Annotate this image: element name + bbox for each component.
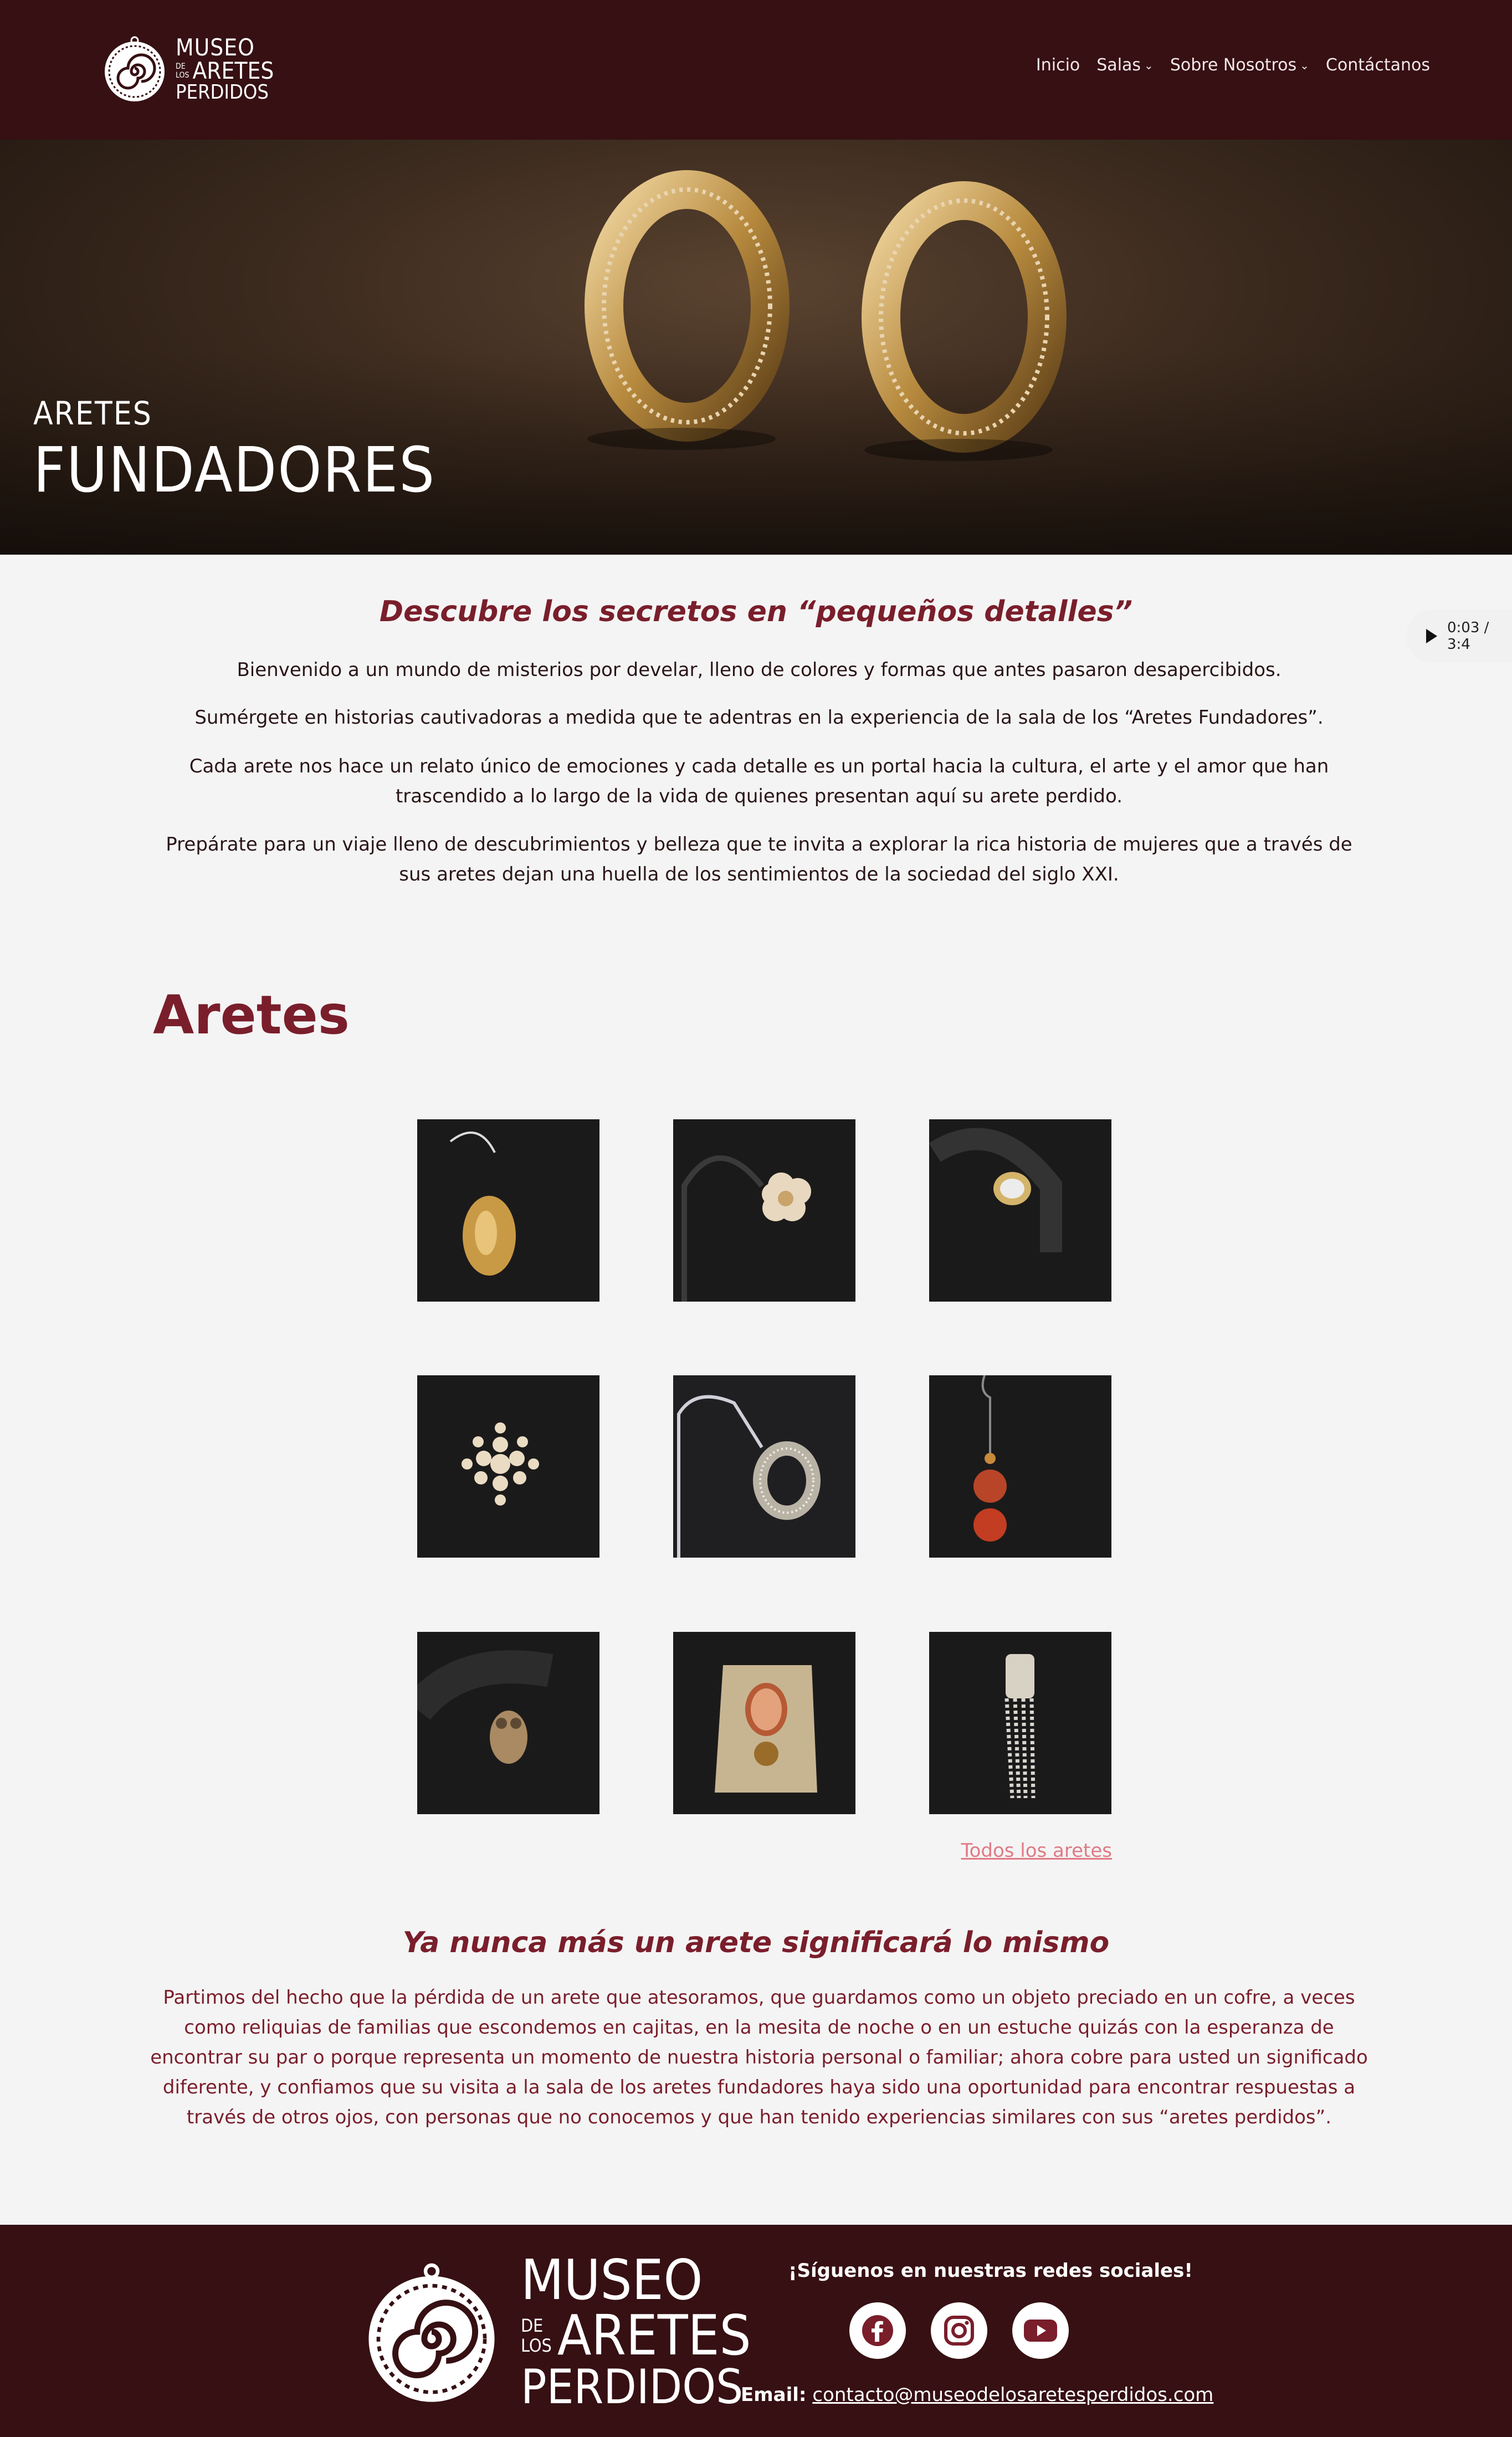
- earring-thumbnail[interactable]: [929, 1632, 1111, 1814]
- main-nav: Inicio Salas ⌄ Sobre Nosotros ⌄ Contáctano…: [1036, 55, 1430, 75]
- aretes-section-title: Aretes: [153, 984, 350, 1046]
- crystal-fringe-earring-icon: [929, 1632, 1111, 1814]
- footer-logo-wordmark: MUSEO DE LOS ARETES PERDIDOS: [521, 2247, 751, 2415]
- logo-line-perdidos: PERDIDOS: [176, 81, 269, 104]
- earring-thumbnail[interactable]: [417, 1375, 599, 1558]
- footer-email: Email: contacto@museodelosaretesperdidos…: [741, 2384, 1213, 2406]
- footer-logo-aretes: ARETES: [557, 2303, 751, 2368]
- site-logo[interactable]: MUSEO DE LOS ARETES PERDIDOS: [101, 30, 274, 108]
- facebook-link[interactable]: [849, 2302, 906, 2359]
- hero-banner: ARETES FUNDADORES: [0, 140, 1512, 555]
- earring-thumbnail[interactable]: [417, 1119, 599, 1302]
- earring-thumbnail[interactable]: [673, 1632, 855, 1814]
- social-links: [849, 2302, 1069, 2359]
- rhinestone-huggie-earring-icon: [673, 1375, 855, 1558]
- museum-logo-icon: [105, 36, 165, 101]
- all-earrings-link[interactable]: Todos los aretes: [961, 1840, 1112, 1862]
- play-icon[interactable]: [1426, 629, 1437, 643]
- museum-logo-icon: [368, 2263, 495, 2402]
- pearl-cluster-earring-icon: [417, 1375, 599, 1558]
- nav-contacto-label: Contáctanos: [1325, 55, 1430, 75]
- nav-salas[interactable]: Salas ⌄: [1096, 55, 1154, 75]
- nav-salas-label: Salas: [1096, 55, 1141, 75]
- intro-heading: Descubre los secretos en “pequeños detal…: [379, 595, 1133, 628]
- nav-contactanos[interactable]: Contáctanos: [1326, 55, 1430, 75]
- nav-inicio-label: Inicio: [1036, 55, 1080, 75]
- earring-thumbnail[interactable]: [673, 1375, 855, 1558]
- chevron-down-icon: ⌄: [1144, 58, 1154, 72]
- cameo-earring-icon: [673, 1632, 855, 1814]
- hero-title: ARETES FUNDADORES: [33, 395, 435, 506]
- youtube-link[interactable]: [1012, 2302, 1069, 2359]
- earring-thumbnail[interactable]: [929, 1119, 1111, 1302]
- footer-logo-museo: MUSEO: [521, 2247, 703, 2312]
- closing-heading: Ya nunca más un arete significará lo mis…: [402, 1926, 1110, 1959]
- earring-thumbnail[interactable]: [417, 1632, 599, 1814]
- intro-paragraph-3: Cada arete nos hace un relato único de e…: [189, 755, 1329, 807]
- footer-logo-perdidos: PERDIDOS: [521, 2359, 744, 2415]
- gold-oval-hoop-earring-icon: [417, 1119, 599, 1302]
- footer-logo[interactable]: MUSEO DE LOS ARETES PERDIDOS: [359, 2252, 751, 2411]
- earring-thumbnail[interactable]: [673, 1119, 855, 1302]
- site-footer: MUSEO DE LOS ARETES PERDIDOS ¡Síguenos en…: [0, 2225, 1512, 2437]
- intro-paragraph-1: Bienvenido a un mundo de misterios por d…: [237, 659, 1282, 681]
- earring-thumbnail[interactable]: [929, 1375, 1111, 1558]
- logo-los: LOS: [176, 71, 189, 80]
- email-label: Email:: [741, 2384, 807, 2406]
- follow-us-heading: ¡Síguenos en nuestras redes sociales!: [788, 2260, 1193, 2282]
- nav-sobre-nosotros[interactable]: Sobre Nosotros ⌄: [1170, 55, 1309, 75]
- logo-wordmark: MUSEO DE LOS ARETES PERDIDOS: [176, 36, 274, 103]
- intro-paragraph-2: Sumérgete en historias cautivadoras a me…: [194, 706, 1324, 729]
- instagram-icon: [944, 2316, 974, 2346]
- logo-line-museo: MUSEO: [176, 34, 255, 61]
- owl-earring-icon: [417, 1632, 599, 1814]
- youtube-icon: [1024, 2320, 1057, 2342]
- email-link[interactable]: contacto@museodelosaretesperdidos.com: [812, 2384, 1213, 2406]
- closing-paragraph: Partimos del hecho que la pérdida de un …: [150, 1987, 1368, 2128]
- red-bead-drop-earring-icon: [929, 1375, 1111, 1558]
- crystal-stud-earring-icon: [929, 1119, 1111, 1302]
- intro-paragraph-4: Prepárate para un viaje lleno de descubr…: [166, 833, 1352, 885]
- hero-heading: FUNDADORES: [33, 434, 436, 506]
- facebook-icon: [862, 2315, 893, 2346]
- site-header: MUSEO DE LOS ARETES PERDIDOS Inicio Salas…: [0, 0, 1512, 140]
- pearl-flower-earring-icon: [673, 1119, 855, 1302]
- nav-sobre-label: Sobre Nosotros: [1170, 55, 1297, 75]
- footer-logo-de: DE: [521, 2315, 544, 2336]
- footer-logo-los: LOS: [521, 2335, 552, 2356]
- hero-subtitle: ARETES: [33, 395, 152, 432]
- nav-inicio[interactable]: Inicio: [1036, 55, 1080, 75]
- chevron-down-icon: ⌄: [1300, 58, 1309, 72]
- logo-de: DE: [176, 62, 186, 71]
- logo-line-aretes: ARETES: [192, 57, 274, 84]
- instagram-link[interactable]: [931, 2302, 987, 2359]
